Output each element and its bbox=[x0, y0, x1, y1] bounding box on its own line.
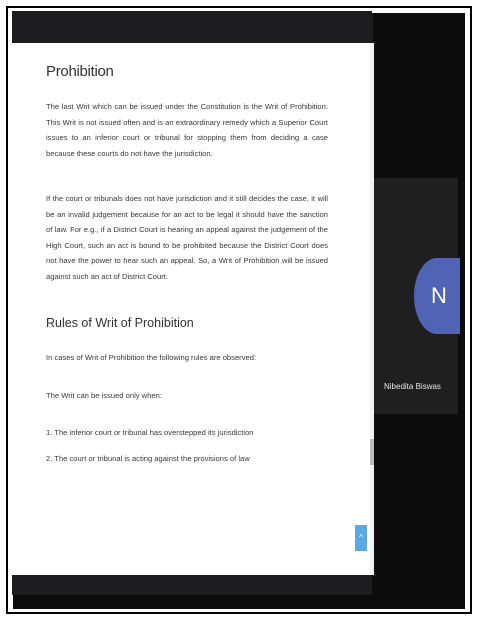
scroll-to-top-button[interactable]: ^ bbox=[355, 525, 367, 551]
scroll-thumb[interactable] bbox=[370, 439, 374, 465]
paragraph-3: In cases of Writ of Prohibition the foll… bbox=[46, 353, 257, 362]
participant-avatar: N bbox=[414, 258, 460, 334]
document-heading: Prohibition bbox=[46, 63, 114, 80]
participant-name: Nibedita Biswas bbox=[384, 382, 441, 391]
document-body: Prohibition The last Writ which can be i… bbox=[46, 61, 328, 476]
paragraph-1: The last Writ which can be issued under … bbox=[46, 102, 328, 158]
list-item-2: 2. The court or tribunal is acting again… bbox=[46, 453, 250, 463]
arrow-up-icon: ^ bbox=[359, 533, 363, 542]
document-subheading: Rules of Writ of Prohibition bbox=[46, 316, 194, 330]
participant-tile[interactable]: N Nibedita Biswas bbox=[374, 178, 460, 414]
shared-screen-bottom-bar bbox=[12, 575, 372, 595]
shared-screen-top-bar bbox=[12, 11, 372, 43]
paragraph-2: If the court or tribunals does not have … bbox=[46, 194, 328, 281]
list-item-1: 1. The inferior court or tribunal has ov… bbox=[46, 428, 254, 437]
paragraph-4: The Writ can be issued only when: bbox=[46, 390, 162, 400]
shared-document[interactable]: Prohibition The last Writ which can be i… bbox=[12, 43, 370, 575]
